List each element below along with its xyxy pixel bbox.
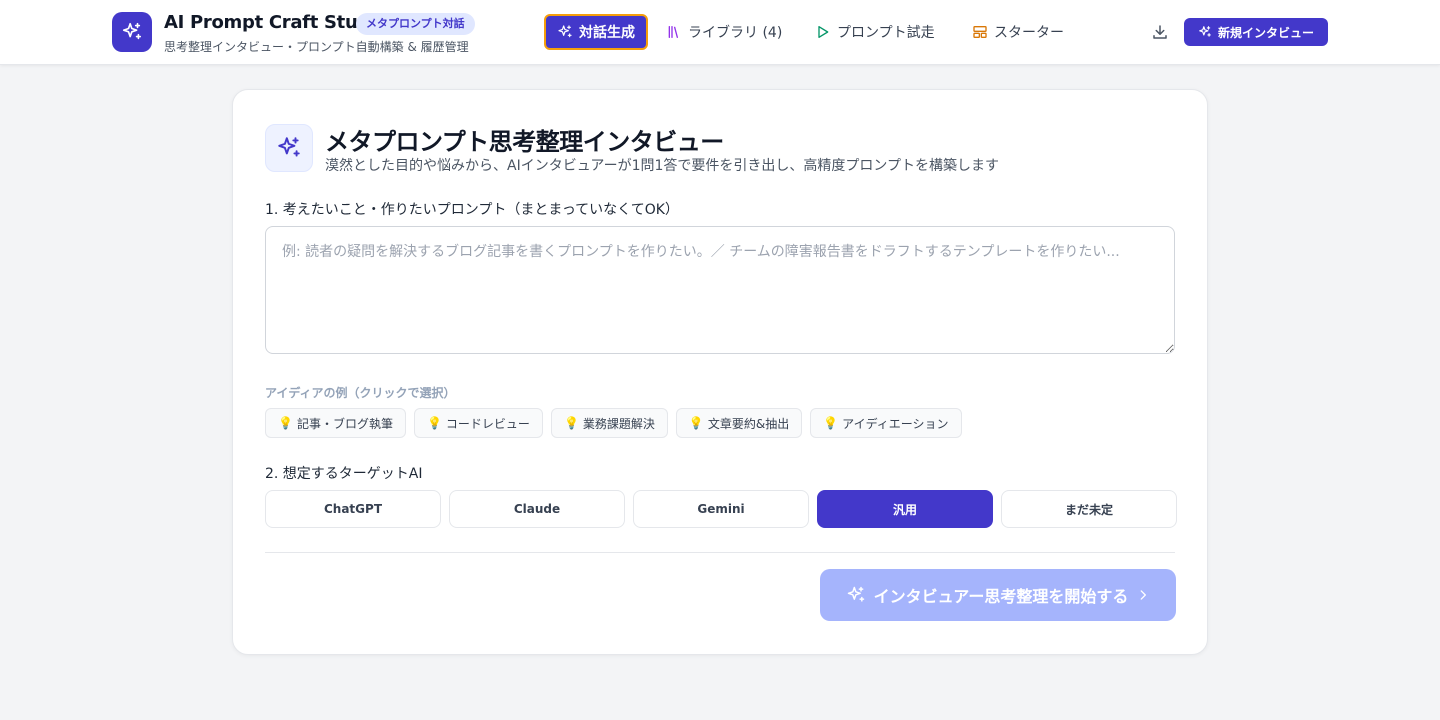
mode-badge: メタプロンプト対話 — [356, 13, 475, 35]
target-option-general[interactable]: 汎用 — [817, 490, 993, 528]
interview-card: メタプロンプト思考整理インタビュー 漠然とした目的や悩みから、AIインタビュアー… — [232, 89, 1208, 655]
idea-input-label: 1. 考えたいこと・作りたいプロンプト（まとまっていなくてOK） — [265, 202, 679, 218]
tab-starter[interactable]: スターター — [972, 14, 1064, 50]
library-icon — [668, 26, 678, 38]
lightbulb-icon: 💡 — [426, 416, 442, 430]
page-description: 漠然とした目的や悩みから、AIインタビュアーが1問1答で要件を引き出し、高精度プ… — [325, 158, 999, 174]
app-subtitle: 思考整理インタビュー・プロンプト自動構築 & 履歴管理 — [164, 40, 469, 54]
example-chip-code-review[interactable]: 💡 コードレビュー — [413, 408, 543, 438]
lightbulb-icon: 💡 — [688, 416, 704, 430]
example-chip-label: 業務課題解決 — [582, 416, 655, 431]
page-title: メタプロンプト思考整理インタビュー — [325, 128, 724, 156]
tab-test-label: プロンプト試走 — [837, 25, 935, 41]
download-icon — [1153, 25, 1167, 39]
tab-starter-label: スターター — [994, 25, 1064, 41]
download-button[interactable] — [1148, 20, 1172, 44]
target-ai-label: 2. 想定するターゲットAI — [265, 466, 423, 482]
example-chips: 💡 記事・ブログ執筆 💡 コードレビュー 💡 業務課題解決 💡 文章要約&抽出 … — [265, 408, 962, 438]
example-chip-label: 文章要約&抽出 — [707, 416, 790, 431]
example-chip-ideation[interactable]: 💡 アイディエーション — [810, 408, 962, 438]
tab-prompt-test[interactable]: プロンプト試走 — [815, 14, 935, 50]
play-icon — [818, 26, 829, 38]
layout-icon — [973, 26, 987, 38]
start-button-label: インタビュアー思考整理を開始する — [873, 587, 1129, 606]
app-header: AI Prompt Craft Studio メタプロンプト対話 思考整理インタ… — [0, 0, 1440, 65]
idea-textarea[interactable] — [265, 226, 1175, 354]
example-chip-business[interactable]: 💡 業務課題解決 — [550, 408, 668, 438]
divider — [265, 552, 1175, 553]
target-option-undecided[interactable]: まだ未定 — [1001, 490, 1177, 528]
tab-dialog-label: 対話生成 — [579, 25, 635, 41]
example-chip-label: 記事・ブログ執筆 — [296, 416, 393, 431]
app-logo[interactable] — [112, 12, 152, 52]
example-chip-blog[interactable]: 💡 記事・ブログ執筆 — [265, 408, 406, 438]
example-chip-label: コードレビュー — [445, 416, 530, 431]
sparkles-icon — [558, 25, 572, 38]
app-title: AI Prompt Craft Studio — [164, 12, 388, 33]
sparkles-icon — [122, 22, 142, 40]
new-interview-button[interactable]: 新規インタビュー — [1184, 18, 1328, 46]
target-option-chatgpt[interactable]: ChatGPT — [265, 490, 441, 528]
target-option-claude[interactable]: Claude — [449, 490, 625, 528]
chevron-right-icon — [1140, 590, 1147, 600]
target-option-gemini[interactable]: Gemini — [633, 490, 809, 528]
tab-dialog-generation[interactable]: 対話生成 — [544, 14, 648, 50]
sparkles-icon — [278, 137, 300, 157]
card-icon-box — [265, 124, 313, 172]
start-interview-button[interactable]: インタビュアー思考整理を開始する — [820, 569, 1176, 621]
lightbulb-icon: 💡 — [563, 416, 579, 430]
examples-label: アイディアの例（クリックで選択） — [265, 386, 456, 400]
example-chip-summary[interactable]: 💡 文章要約&抽出 — [675, 408, 803, 438]
target-ai-options: ChatGPT Claude Gemini 汎用 まだ未定 — [265, 490, 1177, 528]
sparkles-icon — [1199, 26, 1211, 37]
sparkles-icon — [847, 586, 864, 602]
tab-library-label: ライブラリ (4) — [688, 25, 783, 41]
example-chip-label: アイディエーション — [842, 416, 949, 431]
tab-library[interactable]: ライブラリ (4) — [666, 14, 782, 50]
lightbulb-icon: 💡 — [278, 416, 293, 430]
new-interview-label: 新規インタビュー — [1217, 25, 1314, 40]
lightbulb-icon: 💡 — [823, 416, 839, 430]
